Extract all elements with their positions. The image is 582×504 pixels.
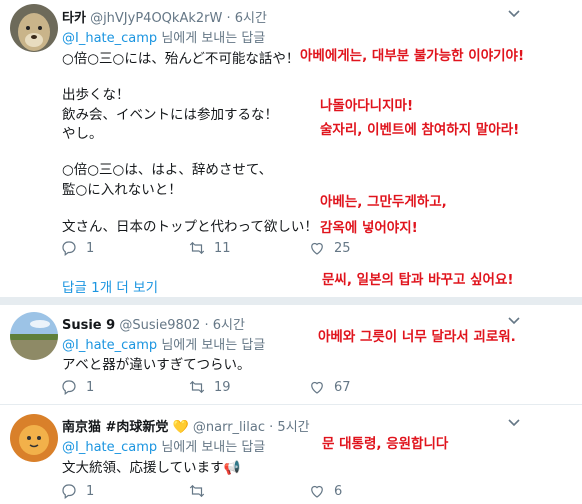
tweet-text-line: ○倍○三○は、はよ、辞めさせて、: [62, 162, 273, 178]
reply-to: @I_hate_camp 님에게 보내는 답글: [62, 436, 265, 455]
reply-suffix: 님에게 보내는 답글: [161, 31, 266, 46]
reply-button[interactable]: 1: [60, 482, 94, 500]
avatar[interactable]: [10, 4, 58, 52]
handle[interactable]: @narr_lilac: [193, 420, 265, 435]
annotation-7: 아베와 그릇이 너무 달라서 괴로워.: [318, 329, 516, 345]
timestamp[interactable]: 5시간: [277, 420, 309, 435]
chevron-down-icon[interactable]: [508, 7, 520, 21]
handle[interactable]: @jhVJyP4OQkAk2rW: [90, 11, 222, 26]
like-count: 6: [334, 483, 343, 499]
reply-button[interactable]: 1: [60, 378, 94, 396]
chevron-down-icon[interactable]: [508, 416, 520, 430]
annotation-5: 감옥에 넣어야지!: [320, 220, 418, 236]
like-count: 25: [334, 240, 351, 256]
tweet-text-line: 監○に入れないと！: [62, 182, 182, 198]
tweet-header: 타카 @jhVJyP4OQkAk2rW · 6시간: [62, 11, 267, 26]
like-count: 67: [334, 379, 351, 395]
retweet-icon: [189, 380, 205, 394]
annotation-8: 문 대통령, 응원합니다: [322, 436, 449, 452]
tweet-text-line: アベと器が違いすぎてつらい。: [62, 357, 251, 373]
like-icon: [311, 242, 323, 255]
display-name[interactable]: Susie 9: [62, 318, 115, 333]
reply-suffix: 님에게 보내는 답글: [161, 440, 266, 455]
reply-to: @I_hate_camp 님에게 보내는 답글: [62, 334, 265, 353]
avatar[interactable]: [10, 414, 58, 462]
tweet-text-line: 飲み会、イベントには参加するな！: [62, 107, 278, 123]
show-more-replies-link[interactable]: 답글 1개 더 보기: [62, 276, 158, 296]
tweet-header: 南京猫 #肉球新党 💛 @narr_lilac · 5시간: [62, 420, 310, 435]
reply-mention-link[interactable]: @I_hate_camp: [62, 31, 157, 46]
retweet-count: 19: [214, 379, 231, 395]
like-icon: [311, 485, 323, 498]
tweet-text-line: 文さん、日本のトップと代わって欲しい！: [62, 219, 318, 235]
like-button[interactable]: 67: [308, 378, 351, 396]
annotation-3: 술자리, 이벤트에 참여하지 말아라!: [320, 122, 520, 138]
like-icon: [311, 381, 323, 394]
reply-count: 1: [86, 483, 95, 499]
handle[interactable]: @Susie9802: [119, 318, 200, 333]
reply-icon: [62, 484, 76, 499]
retweet-icon: [189, 484, 205, 498]
annotation-1: 아베에게는, 대부분 불가능한 이야기야!: [300, 48, 525, 64]
reply-mention-link[interactable]: @I_hate_camp: [62, 338, 157, 353]
reply-icon: [62, 241, 76, 256]
retweet-button[interactable]: 19: [188, 378, 231, 396]
avatar[interactable]: [10, 312, 58, 360]
annotation-4: 아베는, 그만두게하고,: [320, 194, 447, 210]
retweet-button[interactable]: [188, 482, 214, 500]
reply-icon: [62, 380, 76, 395]
reply-to: @I_hate_camp 님에게 보내는 답글: [62, 27, 265, 46]
timestamp[interactable]: 6시간: [235, 11, 267, 26]
tweet-text-line: 文大統領、応援しています📢: [62, 460, 241, 476]
like-button[interactable]: 6: [308, 482, 342, 500]
thread-divider: [0, 297, 582, 305]
tweet-text-line: やし。: [62, 126, 103, 142]
reply-mention-link[interactable]: @I_hate_camp: [62, 440, 157, 455]
reply-suffix: 님에게 보내는 답글: [161, 338, 266, 353]
timestamp[interactable]: 6시간: [213, 318, 245, 333]
like-button[interactable]: 25: [308, 239, 351, 257]
retweet-icon: [189, 241, 205, 255]
tweet-text-line: ○倍○三○には、殆んど不可能な話や！: [62, 51, 300, 67]
display-name[interactable]: 타카: [62, 11, 86, 26]
reply-count: 1: [86, 379, 95, 395]
tweet-text-line: 出歩くな！: [62, 87, 130, 103]
reply-button[interactable]: 1: [60, 239, 94, 257]
tweet-3[interactable]: 南京猫 #肉球新党 💛 @narr_lilac · 5시간 @I_hate_ca…: [0, 406, 582, 504]
reply-count: 1: [86, 240, 95, 256]
tweet-2[interactable]: Susie 9 @Susie9802 · 6시간 @I_hate_camp 님에…: [0, 306, 582, 398]
heart-emoji: 💛: [172, 420, 189, 435]
tweet-header: Susie 9 @Susie9802 · 6시간: [62, 318, 245, 333]
retweet-count: 11: [214, 240, 231, 256]
tweet-divider: [0, 404, 582, 405]
annotation-6: 문씨, 일본의 탑과 바꾸고 싶어요!: [322, 272, 514, 288]
retweet-button[interactable]: 11: [188, 239, 231, 257]
annotation-2: 나돌아다니지마!: [320, 98, 414, 114]
display-name[interactable]: 南京猫 #肉球新党: [62, 420, 168, 435]
